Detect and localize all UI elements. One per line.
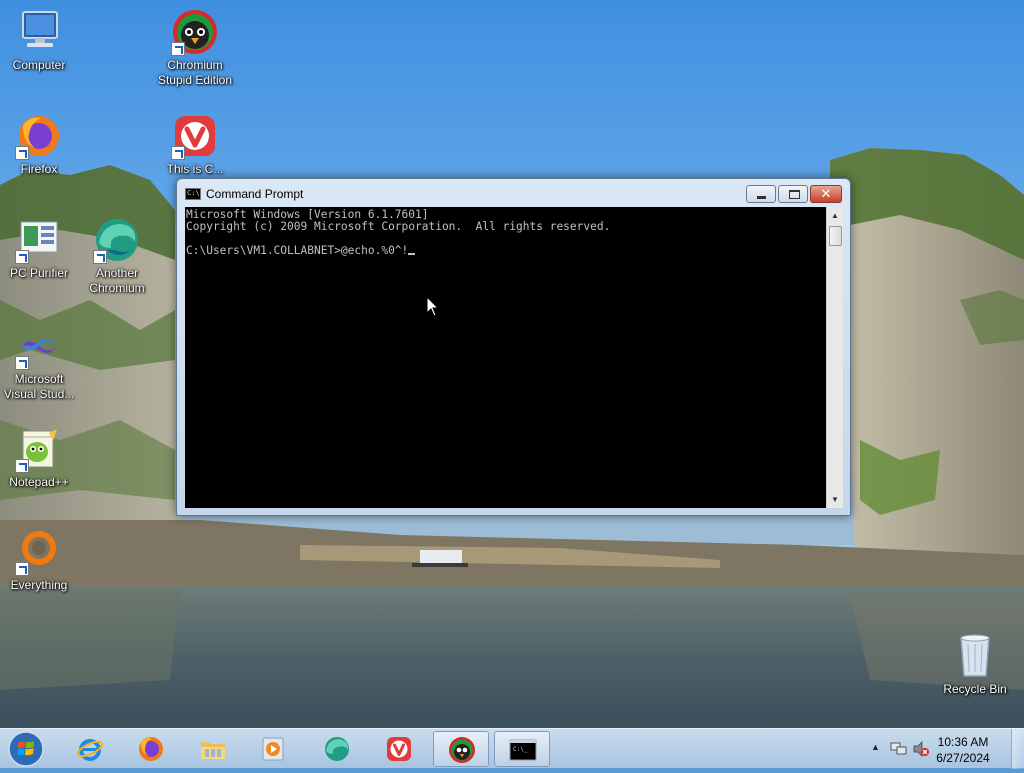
shortcut-arrow-icon (171, 146, 185, 160)
desktop-icon-visual-studio[interactable]: Microsoft Visual Stud... (1, 322, 77, 402)
taskbar-vivaldi[interactable] (371, 731, 427, 767)
another-chromium-icon (325, 737, 349, 761)
clock-date[interactable]: 6/27/2024 (928, 751, 998, 765)
desktop-icon-label: Notepad++ (9, 475, 69, 489)
shortcut-arrow-icon (15, 459, 29, 473)
show-desktop-button[interactable] (1011, 729, 1024, 769)
desktop-icon-label: Firefox (20, 162, 58, 176)
desktop-icon-computer[interactable]: Computer (1, 8, 77, 73)
clock-time[interactable]: 10:36 AM (928, 735, 998, 749)
chromium-stupid-icon (171, 8, 219, 56)
shortcut-arrow-icon (93, 250, 107, 264)
vivaldi-icon (387, 737, 411, 761)
taskbar-chromium-stupid[interactable] (433, 731, 489, 767)
console-line: Copyright (c) 2009 Microsoft Corporation… (186, 220, 611, 233)
desktop-icon-label: PC Purifier (9, 266, 68, 280)
desktop-icon-label: Chromium Stupid Edition (157, 58, 233, 87)
shortcut-arrow-icon (15, 562, 29, 576)
show-hidden-icons-arrow[interactable]: ▲ (871, 742, 880, 752)
pc-purifier-icon (15, 216, 63, 264)
text-cursor (408, 253, 416, 255)
taskbar: C:\_ ▲ 10:36 AM 6/27/2024 (0, 728, 1024, 769)
recycle-bin-icon (951, 632, 999, 680)
firefox-icon (139, 737, 163, 761)
console-output[interactable]: Microsoft Windows [Version 6.1.7601] Cop… (185, 207, 826, 508)
scrollbar-thumb[interactable] (829, 226, 842, 246)
console-prompt-line: C:\Users\VM1.COLLABNET>@echo.%0^! (186, 245, 826, 257)
vivaldi-icon (171, 112, 219, 160)
firefox-icon (15, 112, 63, 160)
start-button[interactable] (6, 730, 46, 768)
taskbar-command-prompt[interactable]: C:\_ (494, 731, 550, 767)
desktop-icon-label: Computer (12, 58, 66, 72)
desktop-icon-label: Recycle Bin (943, 682, 1007, 696)
taskbar-another-chromium[interactable] (309, 731, 365, 767)
network-icon[interactable] (890, 741, 908, 757)
everything-icon (15, 528, 63, 576)
mouse-pointer-icon (426, 296, 440, 317)
scroll-down-arrow-icon[interactable]: ▼ (827, 491, 843, 508)
chromium-stupid-icon (449, 737, 475, 763)
close-button[interactable]: ✕ (810, 185, 842, 203)
desktop-icon-vivaldi[interactable]: This is C... (157, 112, 233, 177)
taskbar-internet-explorer[interactable] (62, 731, 118, 767)
computer-icon (15, 8, 63, 56)
scroll-up-arrow-icon[interactable]: ▲ (827, 207, 843, 224)
desktop-icon-firefox[interactable]: Firefox (1, 112, 77, 177)
taskbar-media-player[interactable] (245, 731, 301, 767)
shortcut-arrow-icon (15, 250, 29, 264)
taskbar-firefox[interactable] (123, 731, 179, 767)
another-chromium-icon (93, 216, 141, 264)
desktop-icon-pc-purifier[interactable]: PC Purifier (1, 216, 77, 281)
windows-orb-icon (8, 731, 44, 767)
desktop-icon-notepadpp[interactable]: Notepad++ (1, 425, 77, 490)
shortcut-arrow-icon (15, 356, 29, 370)
close-icon: ✕ (820, 186, 832, 201)
folder-icon (201, 742, 225, 759)
desktop-icon-recycle-bin[interactable]: Recycle Bin (937, 632, 1013, 697)
window-title: Command Prompt (206, 187, 304, 201)
taskbar-file-explorer[interactable] (185, 731, 241, 767)
cmd-icon: C:\ (185, 188, 201, 200)
internet-explorer-icon (77, 739, 103, 761)
svg-text:C:\_: C:\_ (513, 746, 528, 753)
desktop-icon-another-chromium[interactable]: Another Chromium (79, 216, 155, 296)
desktop-icon-everything[interactable]: Everything (1, 528, 77, 593)
vertical-scrollbar[interactable]: ▲ ▼ (826, 207, 843, 508)
console-command: C:\Users\VM1.COLLABNET>@echo.%0^! (186, 244, 409, 257)
desktop-icon-label: Everything (10, 578, 68, 592)
minimize-button[interactable] (746, 185, 776, 203)
visual-studio-icon (15, 322, 63, 370)
command-prompt-window[interactable]: C:\ Command Prompt ✕ Microsoft Windows [… (176, 178, 851, 516)
shortcut-arrow-icon (15, 146, 29, 160)
desktop-icon-label: Microsoft Visual Stud... (3, 372, 75, 401)
desktop-icon-chromium-stupid[interactable]: Chromium Stupid Edition (157, 8, 233, 88)
maximize-button[interactable] (778, 185, 808, 203)
shortcut-arrow-icon (171, 42, 185, 56)
desktop-icon-label: This is C... (166, 162, 224, 176)
notepadpp-icon (15, 425, 63, 473)
window-titlebar[interactable]: C:\ Command Prompt ✕ (177, 179, 850, 207)
cmd-icon: C:\_ (509, 739, 537, 761)
media-player-icon (262, 737, 284, 761)
system-tray: ▲ 10:36 AM 6/27/2024 (868, 729, 1024, 769)
desktop-icon-label: Another Chromium (89, 266, 145, 295)
